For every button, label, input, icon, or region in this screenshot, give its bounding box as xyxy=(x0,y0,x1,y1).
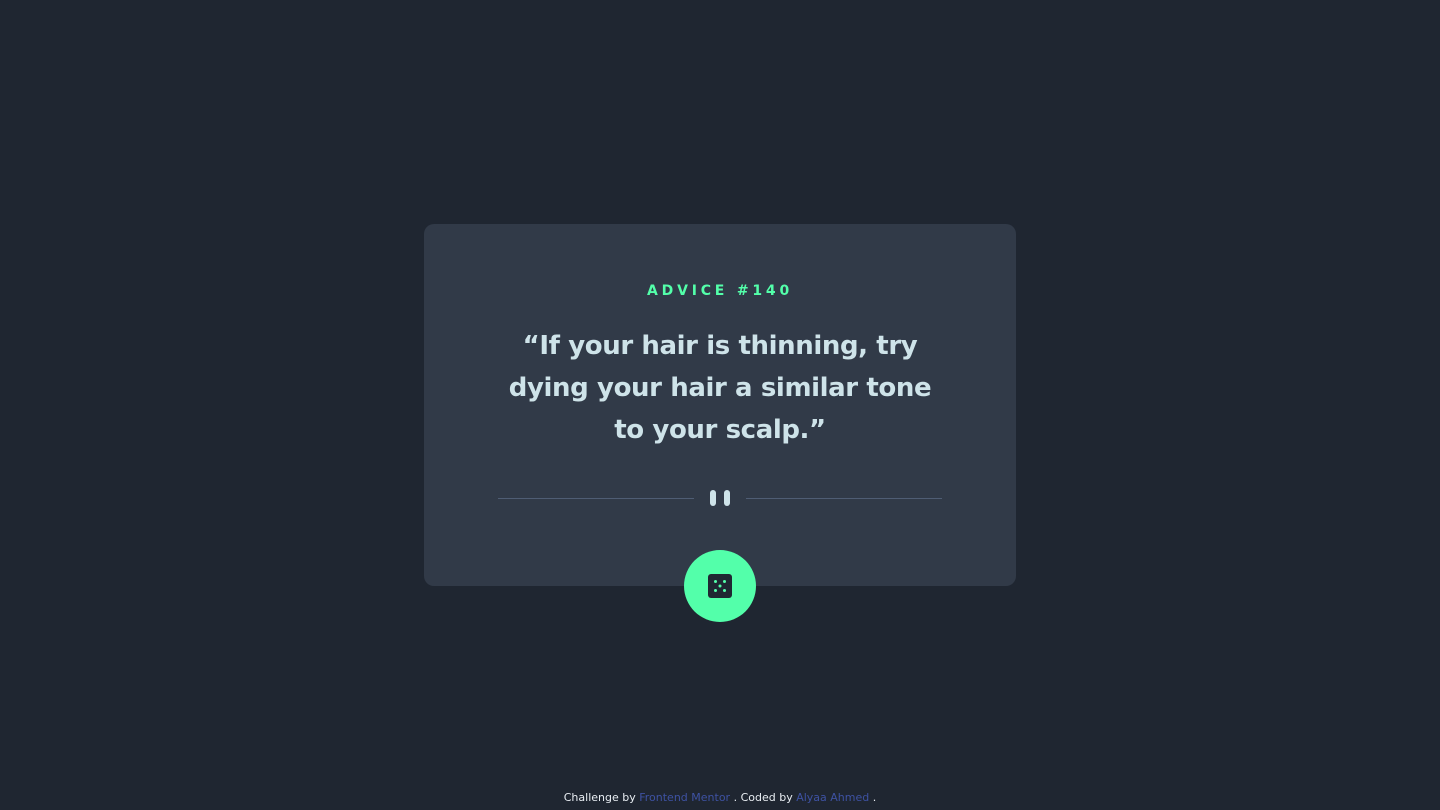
frontend-mentor-link[interactable]: Frontend Mentor xyxy=(639,791,730,804)
pause-icon xyxy=(710,490,730,506)
page: ADVICE #140 “If your hair is thinning, t… xyxy=(0,0,1440,810)
advice-card: ADVICE #140 “If your hair is thinning, t… xyxy=(424,224,1016,622)
coded-by-prefix: . Coded by xyxy=(733,791,793,804)
footer-suffix: . xyxy=(872,791,877,804)
attribution-footer: Challenge by Frontend Mentor . Coded by … xyxy=(0,790,1440,806)
pause-bar-right xyxy=(724,490,730,506)
challenge-prefix: Challenge by xyxy=(563,791,636,804)
divider-line-left xyxy=(498,497,694,499)
advice-number: ADVICE #140 xyxy=(647,283,793,299)
new-advice-button[interactable] xyxy=(684,550,756,622)
dice-icon xyxy=(708,574,732,598)
pause-bar-left xyxy=(710,490,716,506)
author-link[interactable]: Alyaa Ahmed xyxy=(796,791,869,804)
divider-line-right xyxy=(746,497,942,499)
advice-quote: “If your hair is thinning, try dying you… xyxy=(508,331,932,445)
pattern-divider xyxy=(498,486,942,510)
